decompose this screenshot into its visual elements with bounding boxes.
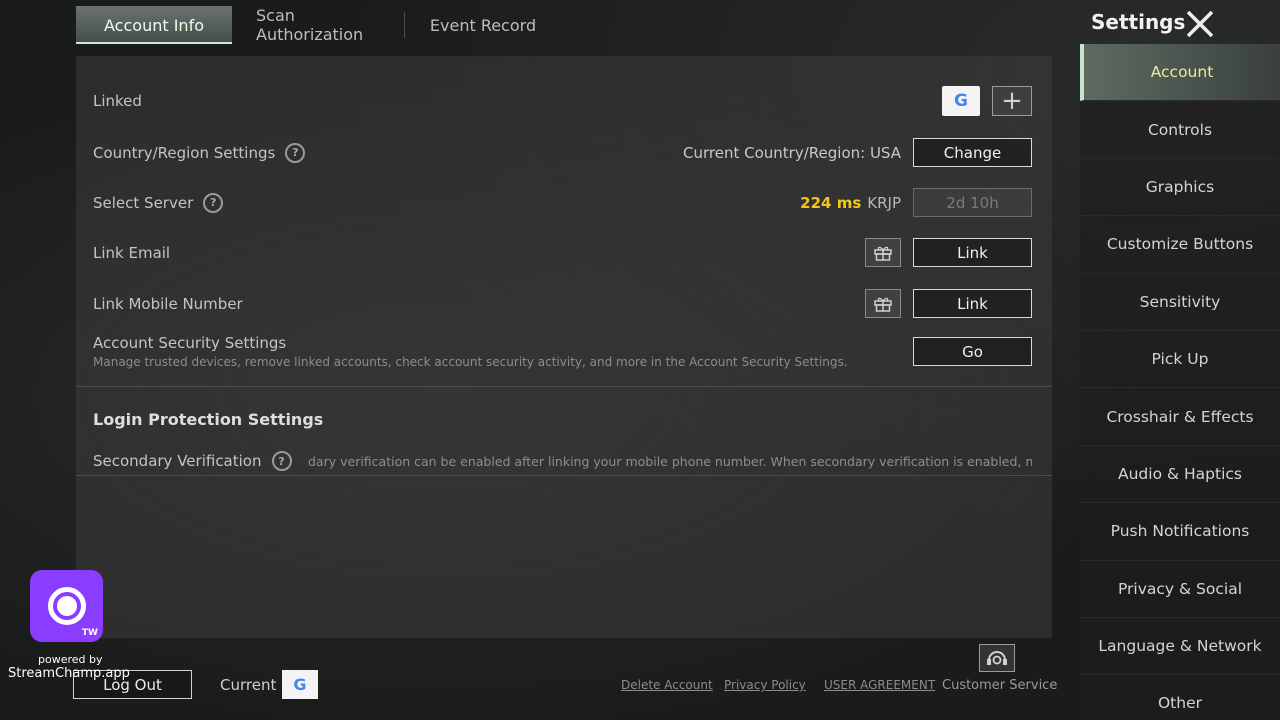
sidebar-item-other[interactable]: Other [1080, 675, 1280, 720]
link-email-button[interactable]: Link [913, 238, 1032, 267]
close-icon[interactable] [1185, 10, 1215, 38]
help-icon[interactable]: ? [271, 451, 292, 471]
help-glyph: ? [278, 454, 285, 468]
server-cooldown-button: 2d 10h [913, 188, 1032, 217]
go-security-button[interactable]: Go [913, 337, 1032, 366]
settings-title: Settings [1091, 10, 1186, 34]
link-mobile-button[interactable]: Link [913, 289, 1032, 318]
server-label: Select Server ? [93, 192, 224, 213]
security-row: Account Security Settings Manage trusted… [93, 334, 1032, 369]
google-glyph: G [954, 91, 968, 111]
secondary-verification-row: Secondary Verification ? dary verificati… [93, 451, 1032, 471]
tab-event-record[interactable]: Event Record [405, 6, 561, 44]
security-description: Manage trusted devices, remove linked ac… [93, 355, 848, 369]
email-label: Link Email [93, 244, 170, 262]
google-glyph: G [293, 675, 307, 694]
customer-service-label[interactable]: Customer Service [942, 678, 1057, 693]
sidebar-item-push-notifications[interactable]: Push Notifications [1080, 503, 1280, 561]
add-link-button[interactable]: + [992, 86, 1032, 116]
security-label: Account Security Settings [93, 334, 287, 352]
help-icon[interactable]: ? [203, 192, 224, 213]
divider [76, 475, 1052, 476]
country-label: Country/Region Settings ? [93, 142, 306, 163]
google-icon[interactable]: G [942, 86, 980, 116]
streamchamp-logo: TW [30, 570, 103, 642]
help-glyph: ? [210, 196, 217, 209]
change-country-button[interactable]: Change [913, 138, 1032, 167]
sidebar-item-pick-up[interactable]: Pick Up [1080, 330, 1280, 389]
server-name: KRJP [867, 193, 901, 212]
delete-account-link[interactable]: Delete Account [621, 678, 713, 692]
linked-accounts: G + [942, 86, 1032, 116]
email-label-text: Link Email [93, 243, 171, 262]
top-tab-bar: Account Info Scan Authorization Event Re… [76, 6, 561, 44]
sidebar-item-controls[interactable]: Controls [1080, 101, 1280, 159]
help-icon[interactable]: ? [285, 142, 306, 163]
login-protection-title: Login Protection Settings [93, 410, 324, 429]
linked-row: Linked G + [93, 86, 1032, 116]
secondary-verification-marquee: dary verification can be enabled after l… [308, 453, 1032, 469]
country-row: Country/Region Settings ? Current Countr… [93, 138, 1032, 167]
ping-value: 224 ms [800, 193, 862, 212]
current-account-label: Current [220, 676, 277, 694]
help-glyph: ? [292, 146, 299, 159]
streamchamp-app-text: StreamChamp.app [8, 666, 130, 681]
tab-account-info[interactable]: Account Info [76, 6, 232, 44]
tw-badge: TW [81, 628, 98, 638]
user-agreement-link[interactable]: USER AGREEMENT [824, 678, 935, 692]
record-icon [47, 587, 86, 625]
account-info-panel: Linked G + Country/Region Settings ? Cur… [76, 56, 1052, 638]
gift-icon[interactable] [865, 238, 901, 267]
settings-sidebar: Account Controls Graphics Customize Butt… [1080, 44, 1280, 720]
email-row: Link Email Link [93, 238, 1032, 267]
server-row: Select Server ? 224 ms KRJP 2d 10h [93, 188, 1032, 217]
google-icon: G [282, 670, 318, 699]
security-text-block: Account Security Settings Manage trusted… [93, 334, 848, 369]
mobile-label: Link Mobile Number [93, 295, 243, 313]
sidebar-item-audio-haptics[interactable]: Audio & Haptics [1080, 445, 1280, 504]
plus-icon: + [1001, 86, 1023, 116]
tab-scan-authorization[interactable]: Scan Authorization [232, 6, 404, 44]
mobile-row: Link Mobile Number Link [93, 289, 1032, 318]
customer-service-icon[interactable] [979, 644, 1015, 672]
current-country-text: Current Country/Region: USA [683, 143, 901, 162]
sidebar-item-privacy-social[interactable]: Privacy & Social [1080, 560, 1280, 618]
sidebar-item-account[interactable]: Account [1080, 44, 1280, 102]
linked-label: Linked [93, 92, 142, 110]
country-label-text: Country/Region Settings [93, 143, 276, 162]
server-label-text: Select Server [93, 193, 194, 212]
gift-icon[interactable] [865, 289, 901, 318]
sidebar-item-crosshair-effects[interactable]: Crosshair & Effects [1080, 388, 1280, 446]
powered-by-text: powered by [38, 653, 103, 666]
mobile-label-text: Link Mobile Number [93, 294, 243, 313]
sidebar-item-sensitivity[interactable]: Sensitivity [1080, 273, 1280, 331]
secondary-label-text: Secondary Verification [93, 452, 262, 470]
divider [76, 386, 1052, 387]
sidebar-item-customize-buttons[interactable]: Customize Buttons [1080, 216, 1280, 274]
sidebar-item-language-network[interactable]: Language & Network [1080, 617, 1280, 676]
linked-label-text: Linked [93, 92, 142, 110]
privacy-policy-link[interactable]: Privacy Policy [724, 678, 806, 692]
sidebar-item-graphics[interactable]: Graphics [1080, 158, 1280, 217]
secondary-label: Secondary Verification ? [93, 451, 292, 471]
login-protection-row: Login Protection Settings [93, 410, 1032, 429]
